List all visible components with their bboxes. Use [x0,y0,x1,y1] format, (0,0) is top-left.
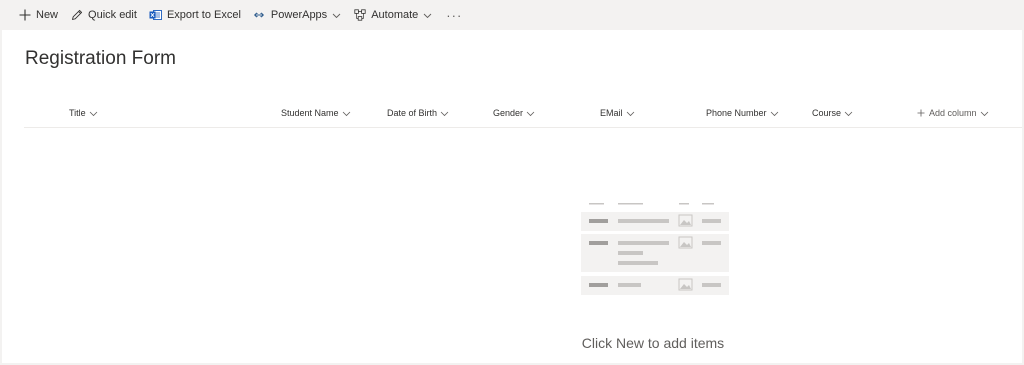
plus-icon [18,9,31,22]
add-column-label: Add column [929,108,977,118]
column-header-label: Phone Number [706,108,767,118]
column-header-date-of-birth[interactable]: Date of Birth [387,108,449,118]
more-actions-button[interactable]: ··· [438,0,470,30]
export-to-excel-button[interactable]: Export to Excel [143,0,247,30]
chevron-down-icon [89,109,98,118]
powerapps-icon [253,9,266,22]
column-header-title[interactable]: Title [69,108,98,118]
automate-flow-icon [353,9,366,22]
chevron-down-icon [980,109,989,118]
chevron-down-icon [626,109,635,118]
pencil-icon [70,9,83,22]
list-panel: Registration Form Title Student Name Dat… [2,30,1022,363]
column-header-label: Gender [493,108,524,118]
column-header-label: Course [812,108,842,118]
column-header-phone-number[interactable]: Phone Number [706,108,779,118]
command-bar: New Quick edit Export to Excel PowerApps… [0,0,1024,30]
column-header-label: Student Name [281,108,339,118]
ellipsis-icon: ··· [446,7,463,23]
column-header-label: Date of Birth [387,108,438,118]
column-header-student-name[interactable]: Student Name [281,108,351,118]
export-to-excel-label: Export to Excel [166,9,241,21]
new-button[interactable]: New [0,0,64,30]
new-button-label: New [36,9,59,21]
quick-edit-button[interactable]: Quick edit [64,0,143,30]
chevron-down-icon [440,109,449,118]
add-column-button[interactable]: Add column [917,108,989,118]
powerapps-menu[interactable]: PowerApps [247,0,347,30]
column-header-label: EMail [600,108,623,118]
quick-edit-label: Quick edit [88,9,137,21]
column-header-label: Title [69,108,86,118]
chevron-down-icon [770,109,779,118]
empty-list-graphic [581,203,729,295]
chevron-down-icon [844,109,853,118]
column-header-row: Title Student Name Date of Birth Gender … [24,100,1022,128]
excel-icon [149,9,162,22]
chevron-down-icon [423,11,432,20]
automate-label: Automate [371,9,419,21]
page-title: Registration Form [25,48,176,69]
column-header-gender[interactable]: Gender [493,108,535,118]
powerapps-label: PowerApps [270,9,328,21]
chevron-down-icon [342,109,351,118]
empty-list-illustration [577,198,729,298]
empty-state-message: Click New to add items [581,335,725,351]
column-header-email[interactable]: EMail [600,108,635,118]
plus-icon [917,109,925,117]
column-header-course[interactable]: Course [812,108,853,118]
automate-menu[interactable]: Automate [347,0,438,30]
chevron-down-icon [332,11,341,20]
chevron-down-icon [526,109,535,118]
app-frame: New Quick edit Export to Excel PowerApps… [0,0,1024,365]
